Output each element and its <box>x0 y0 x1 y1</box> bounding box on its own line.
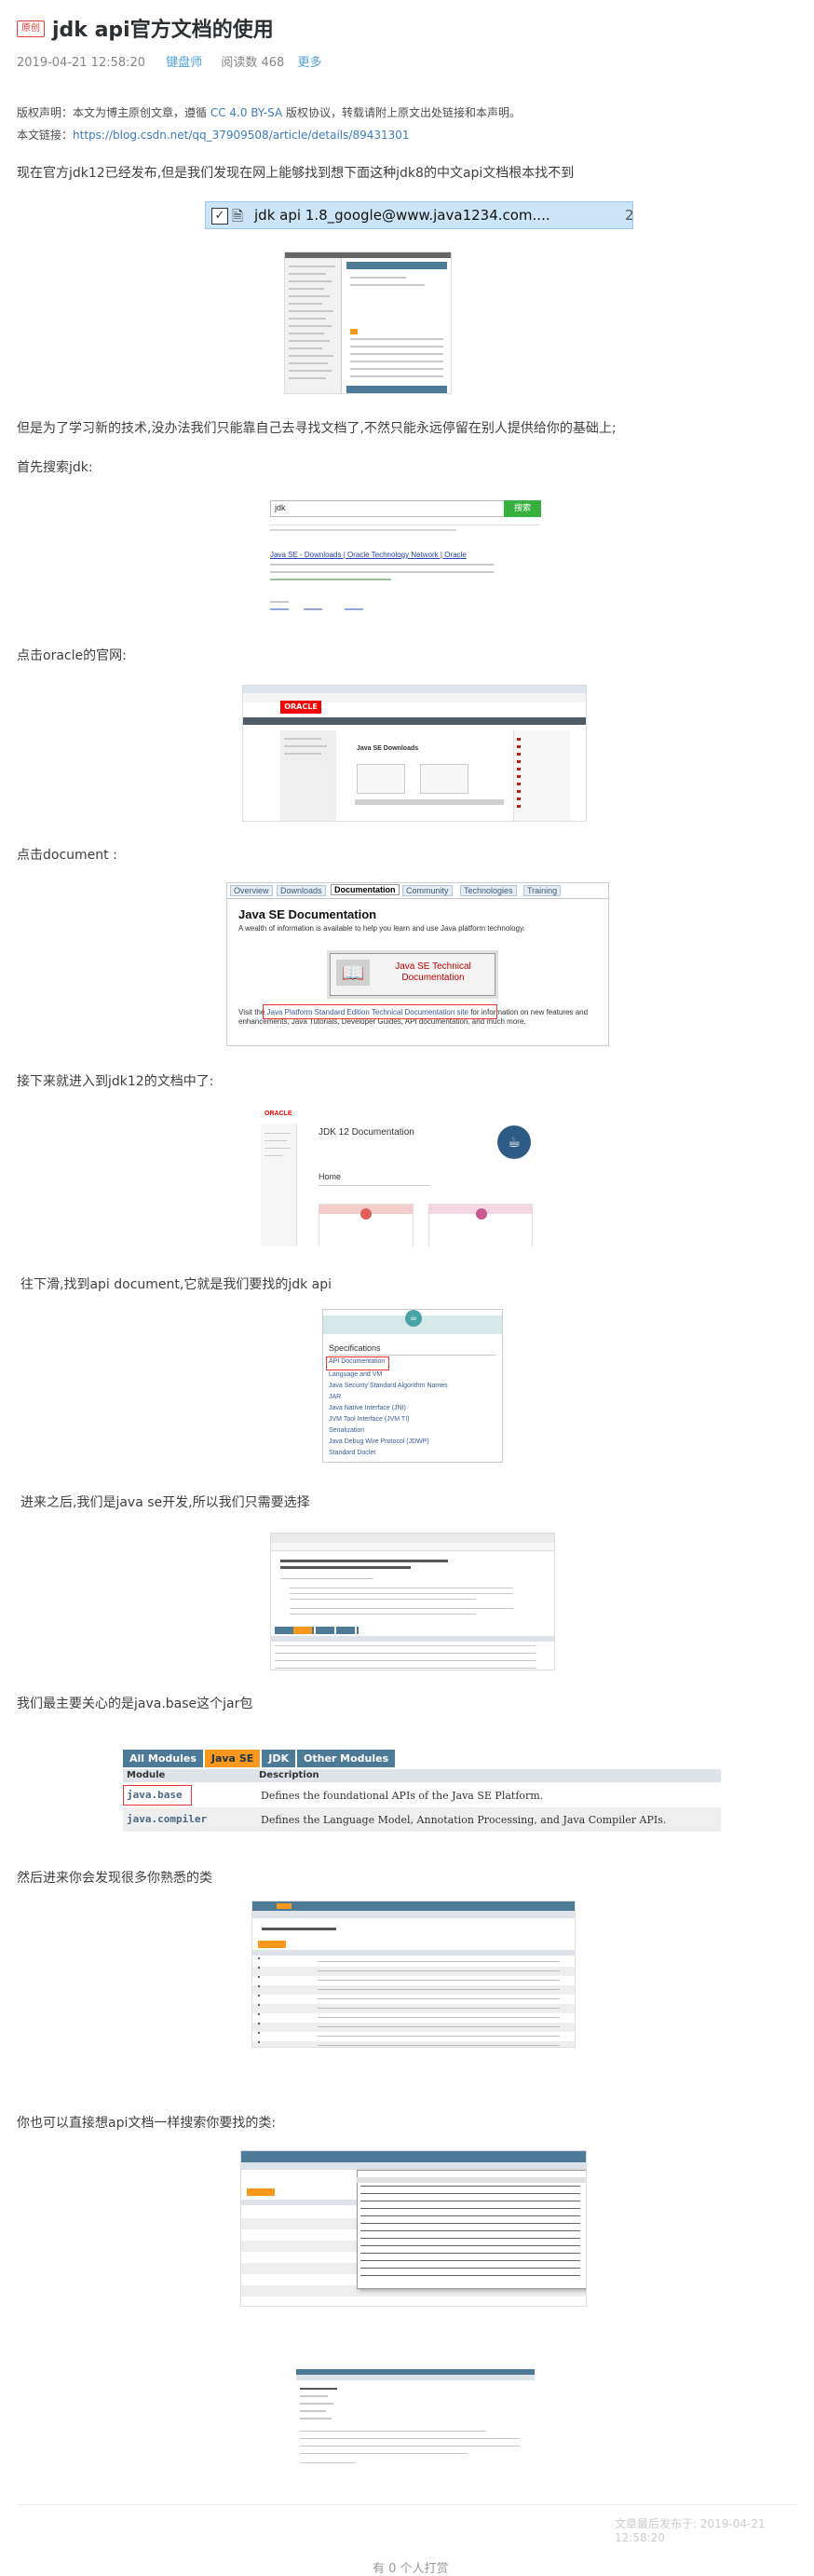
spec-item: JAR <box>329 1394 342 1400</box>
doc-heading: Java SE Documentation <box>238 907 377 921</box>
tab-training: Training <box>523 885 562 896</box>
article-url[interactable]: https://blog.csdn.net/qq_37909508/articl… <box>73 129 410 142</box>
jdk12-heading: JDK 12 Documentation <box>319 1127 414 1138</box>
module-description: Defines the Language Model, Annotation P… <box>261 1814 667 1826</box>
paragraph-10: 然后进来你会发现很多你熟悉的类 <box>17 1871 212 1886</box>
description-column-header: Description <box>259 1770 319 1780</box>
doc-subheading: A wealth of information is available to … <box>238 924 525 933</box>
file-bar[interactable]: ✓ 🗎 jdk api 1.8_google@www.java1234.com.… <box>205 201 634 229</box>
modules-tabs: All Modules Java SE JDK Other Modules <box>123 1748 397 1767</box>
highlight-box <box>123 1785 192 1806</box>
paragraph-1: 现在官方jdk12已经发布,但是我们发现在网上能够找到想下面这种jdk8的中文a… <box>17 166 575 181</box>
oracle-heading: Java SE Downloads <box>357 745 419 752</box>
screenshot-api-cn <box>284 252 452 394</box>
file-count: 2 <box>625 207 634 224</box>
tab-technologies: Technologies <box>460 885 517 896</box>
paragraph-5: 点击document : <box>17 848 117 863</box>
modules-header: Module Description <box>123 1769 721 1782</box>
file-icon: 🗎 <box>232 208 244 225</box>
table-row: java.compiler Defines the Language Model… <box>123 1807 721 1832</box>
tab-community: Community <box>402 885 453 896</box>
screenshot-search: jdk 搜索 Java SE - Downloads | Oracle Tech… <box>261 497 568 618</box>
spec-item: Java Security Standard Algorithm Names <box>329 1383 448 1389</box>
tab-overview: Overview <box>230 885 273 896</box>
file-name: jdk api 1.8_google@www.java1234.com.... <box>254 207 550 224</box>
tab-downloads: Downloads <box>277 885 326 896</box>
search-result-title: Java SE - Downloads | Oracle Technology … <box>270 551 467 559</box>
paragraph-2: 但是为了学习新的技术,没办法我们只能靠自己去寻找文档了,不然只能永远停留在别人提… <box>17 421 617 436</box>
url-label: 本文链接： <box>17 129 74 142</box>
screenshot-documentation: Overview Downloads Documentation Communi… <box>226 882 609 1046</box>
spec-heading: Specifications <box>329 1343 381 1353</box>
paragraph-4: 点击oracle的官网: <box>17 648 127 663</box>
read-count: 阅读数 468 <box>221 56 285 70</box>
java-cup-icon: ☕ <box>497 1125 531 1159</box>
jdk12-oracle-logo: ORACLE <box>265 1111 292 1117</box>
article-title: jdk api官方文档的使用 <box>52 19 274 42</box>
jdk12-home: Home <box>319 1172 342 1181</box>
checkbox-icon[interactable]: ✓ <box>211 208 228 225</box>
search-button: 搜索 <box>504 500 541 517</box>
spec-item: JVM Tool Interface (JVM TI) <box>329 1416 410 1423</box>
module-java-compiler[interactable]: java.compiler <box>127 1813 207 1825</box>
copyright-text-suffix: 版权协议，转载请附上原文出处链接和本声明。 <box>282 106 521 119</box>
table-row: java.base Defines the foundational APIs … <box>123 1783 721 1807</box>
screenshot-specifications: ☕ Specifications API Documentation Langu… <box>322 1309 503 1463</box>
screenshot-class-doc <box>296 2369 535 2479</box>
screenshot-search-popup <box>240 2150 587 2307</box>
screenshot-se-api <box>270 1533 555 1670</box>
paragraph-6: 接下来就进入到jdk12的文档中了: <box>17 1074 214 1089</box>
paragraph-11: 你也可以直接想api文档一样搜索你要找的类: <box>17 2116 277 2131</box>
spec-item: Java Debug Wire Protocol (JDWP) <box>329 1438 429 1445</box>
screenshot-packages <box>251 1901 576 2048</box>
screenshot-jdk12: ORACLE JDK 12 Documentation ☕ Home <box>261 1107 568 1247</box>
published-time: 文章最后发布于: 2019-04-21 12:58:20 <box>615 2517 766 2544</box>
doc-button-label: Java SE Technical Documentation <box>395 961 471 983</box>
spec-item: Language and VM <box>329 1371 383 1378</box>
author-link[interactable]: 键盘师 <box>166 56 202 70</box>
tab-java-se[interactable]: Java SE <box>204 1750 261 1767</box>
book-icon: 📖 <box>336 960 370 986</box>
spec-item: Serialization <box>329 1427 365 1434</box>
tab-other-modules[interactable]: Other Modules <box>297 1750 396 1767</box>
paragraph-8: 进来之后,我们是java se开发,所以我们只需要选择 <box>20 1495 310 1510</box>
license-link[interactable]: CC 4.0 BY-SA <box>210 106 282 119</box>
module-description: Defines the foundational APIs of the Jav… <box>261 1790 544 1802</box>
screenshot-oracle: ORACLE Java SE Downloads <box>242 685 587 822</box>
article-meta: 2019-04-21 12:58:20 键盘师 阅读数 468 更多 <box>17 52 321 70</box>
article-url-line: 本文链接：https://blog.csdn.net/qq_37909508/a… <box>17 127 410 143</box>
tab-documentation: Documentation <box>331 884 400 895</box>
paragraph-9: 我们最主要关心的是java.base这个jar包 <box>17 1697 253 1711</box>
tab-jdk[interactable]: JDK <box>262 1750 295 1767</box>
paragraph-3: 首先搜索jdk: <box>17 460 93 475</box>
more-link[interactable]: 更多 <box>297 56 321 70</box>
copyright-text: 版权声明：本文为博主原创文章，遵循 <box>17 106 210 119</box>
footer-divider <box>17 2504 797 2505</box>
original-badge: 原创 <box>17 20 45 37</box>
oracle-logo: ORACLE <box>280 701 321 714</box>
publish-date: 2019-04-21 12:58:20 <box>17 56 146 70</box>
spec-item: Standard Doclet <box>329 1450 376 1456</box>
tab-all-modules[interactable]: All Modules <box>123 1750 203 1767</box>
module-column-header: Module <box>127 1770 166 1780</box>
copyright-notice: 版权声明：本文为博主原创文章，遵循 CC 4.0 BY-SA 版权协议，转载请附… <box>17 104 521 120</box>
search-query: jdk <box>275 503 286 512</box>
paragraph-7: 往下滑,找到api document,它就是我们要找的jdk api <box>20 1277 332 1292</box>
spec-icon: ☕ <box>405 1310 422 1327</box>
spec-item: Java Native Interface (JNI) <box>329 1405 406 1411</box>
